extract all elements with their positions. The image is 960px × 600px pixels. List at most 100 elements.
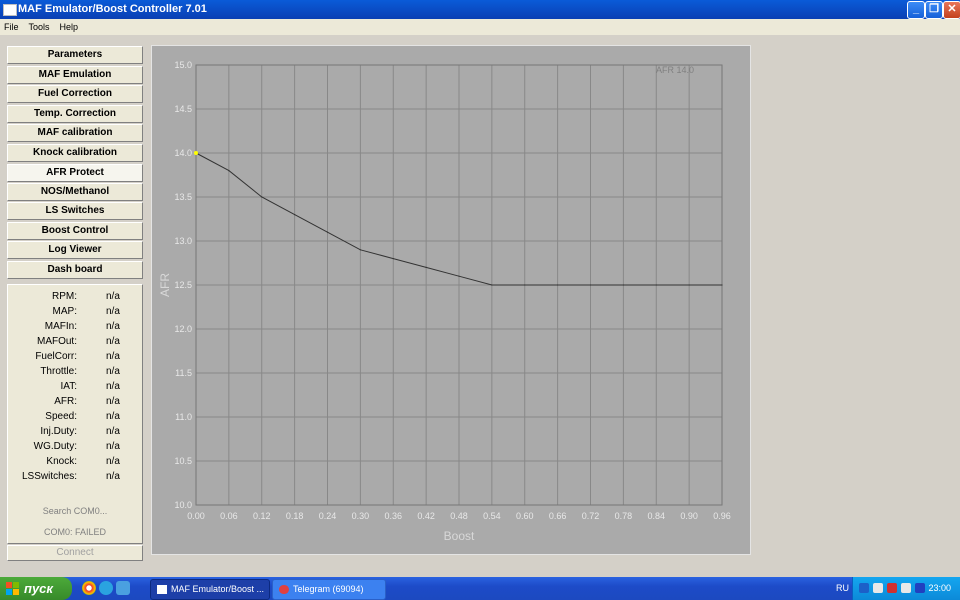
sensor-value: n/a xyxy=(106,306,120,317)
sensor-value: n/a xyxy=(106,441,120,452)
app-window-icon xyxy=(157,585,167,594)
sensor-row-mafin: MAFIn: n/a xyxy=(8,319,142,334)
data-point[interactable] xyxy=(228,170,230,172)
system-tray: 23:00 xyxy=(852,577,960,600)
sensor-row-afr: AFR: n/a xyxy=(8,394,142,409)
task-label: MAF Emulator/Boost ... xyxy=(171,584,265,594)
data-point[interactable] xyxy=(359,249,361,251)
desktop-icon[interactable] xyxy=(116,581,130,595)
maximize-button[interactable]: ❐ xyxy=(925,1,943,19)
x-tick-label: 0.90 xyxy=(680,511,698,521)
nav-fuel-correction-button[interactable]: Fuel Correction xyxy=(7,85,143,103)
y-tick-label: 14.0 xyxy=(174,148,192,158)
menu-tools[interactable]: Tools xyxy=(29,22,50,32)
data-point[interactable] xyxy=(458,275,460,277)
chart-points xyxy=(194,151,723,286)
sensor-label: MAFIn: xyxy=(44,321,77,332)
data-point[interactable] xyxy=(294,214,296,216)
chrome-icon[interactable] xyxy=(82,581,96,595)
minimize-button[interactable]: _ xyxy=(907,1,925,19)
x-tick-label: 0.66 xyxy=(549,511,567,521)
nav-maf-emulation-button[interactable]: MAF Emulation xyxy=(7,66,143,84)
sensor-row-mafout: MAFOut: n/a xyxy=(8,334,142,349)
data-point[interactable] xyxy=(589,284,592,286)
y-tick-label: 13.5 xyxy=(174,192,192,202)
com-status: COM0: FAILED xyxy=(43,527,106,537)
x-tick-label: 0.48 xyxy=(450,511,468,521)
sensor-row-wg-duty: WG.Duty: n/a xyxy=(8,439,142,454)
menu-file[interactable]: File xyxy=(4,22,19,32)
nav-nos-methanol-button[interactable]: NOS/Methanol xyxy=(7,183,143,201)
data-point[interactable] xyxy=(326,231,329,233)
sensor-label: Throttle: xyxy=(40,366,77,377)
y-tick-label: 10.0 xyxy=(174,500,192,510)
nav-dash-board-button[interactable]: Dash board xyxy=(7,261,143,279)
sensor-row-map: MAP: n/a xyxy=(8,304,142,319)
window-title: MAF Emulator/Boost Controller 7.01 xyxy=(18,3,207,15)
connect-button[interactable]: Connect xyxy=(7,545,143,561)
sensor-row-iat: IAT: n/a xyxy=(8,379,142,394)
volume-icon[interactable] xyxy=(901,583,911,593)
data-point[interactable] xyxy=(557,284,559,286)
nav-log-viewer-button[interactable]: Log Viewer xyxy=(7,241,143,259)
menu-help[interactable]: Help xyxy=(60,22,79,32)
sensor-value: n/a xyxy=(106,321,120,332)
battery-icon[interactable] xyxy=(915,583,925,593)
data-point[interactable] xyxy=(688,284,690,286)
nav-temp-correction-button[interactable]: Temp. Correction xyxy=(7,105,143,123)
start-button[interactable]: пуск xyxy=(0,577,72,600)
task-telegram[interactable]: Telegram (69094) xyxy=(272,579,386,600)
x-tick-label: 0.36 xyxy=(384,511,402,521)
y-tick-label: 14.5 xyxy=(174,104,192,114)
nav-ls-switches-button[interactable]: LS Switches xyxy=(7,202,143,220)
sensor-value: n/a xyxy=(106,411,120,422)
data-point[interactable] xyxy=(655,284,657,286)
nav-afr-protect-button[interactable]: AFR Protect xyxy=(7,164,143,182)
nav-boost-control-button[interactable]: Boost Control xyxy=(7,222,143,240)
sensor-label: Inj.Duty: xyxy=(40,426,77,437)
nav-maf-calibration-button[interactable]: MAF calibration xyxy=(7,124,143,142)
chart-annotation: AFR 14.0 xyxy=(656,65,694,75)
selected-data-point[interactable] xyxy=(194,151,198,155)
data-point[interactable] xyxy=(524,284,526,286)
x-tick-label: 0.24 xyxy=(319,511,337,521)
sensor-value: n/a xyxy=(106,426,120,437)
x-tick-label: 0.78 xyxy=(615,511,633,521)
sensor-value: n/a xyxy=(106,351,120,362)
clock: 23:00 xyxy=(928,583,951,593)
sensor-row-inj-duty: Inj.Duty: n/a xyxy=(8,424,142,439)
task-label: Telegram (69094) xyxy=(293,584,364,594)
nav-parameters-button[interactable]: Parameters xyxy=(7,46,143,64)
y-tick-label: 12.0 xyxy=(174,324,192,334)
sensor-row-lsswitches: LSSwitches: n/a xyxy=(8,469,142,484)
x-tick-label: 0.12 xyxy=(253,511,271,521)
data-point[interactable] xyxy=(425,266,427,268)
language-indicator[interactable]: RU xyxy=(836,577,849,600)
data-point[interactable] xyxy=(392,258,394,260)
telegram-icon xyxy=(279,585,289,594)
telegram-quicklaunch-icon[interactable] xyxy=(99,581,113,595)
data-point[interactable] xyxy=(491,284,493,286)
security-icon[interactable] xyxy=(887,583,897,593)
sensor-label: FuelCorr: xyxy=(35,351,77,362)
data-point[interactable] xyxy=(261,196,263,198)
search-status: Search COM0... xyxy=(42,506,108,516)
sensor-label: Speed: xyxy=(45,411,77,422)
chart-canvas[interactable]: 0.00 0.06 0.12 0.18 0.24 0.30 0.36 0.42 0.48 0.54… xyxy=(152,46,750,554)
nav-knock-calibration-button[interactable]: Knock calibration xyxy=(7,144,143,162)
y-axis-label: AFR xyxy=(158,273,172,297)
y-tick-label: 13.0 xyxy=(174,236,192,246)
y-tick-label: 12.5 xyxy=(174,280,192,290)
tray-arrow-icon[interactable] xyxy=(859,583,869,593)
windows-flag-icon xyxy=(6,582,19,595)
afr-chart[interactable]: 0.00 0.06 0.12 0.18 0.24 0.30 0.36 0.42 0.48 0.54… xyxy=(151,45,751,555)
task-maf-emulator[interactable]: MAF Emulator/Boost ... xyxy=(150,579,270,600)
data-point[interactable] xyxy=(721,284,723,286)
network-icon[interactable] xyxy=(873,583,883,593)
sensor-value: n/a xyxy=(106,381,120,392)
data-point[interactable] xyxy=(622,284,624,286)
menu-bar: File Tools Help xyxy=(0,19,960,35)
sensor-label: AFR: xyxy=(54,396,77,407)
close-button[interactable]: ✕ xyxy=(943,1,960,19)
y-tick-label: 15.0 xyxy=(174,60,192,70)
